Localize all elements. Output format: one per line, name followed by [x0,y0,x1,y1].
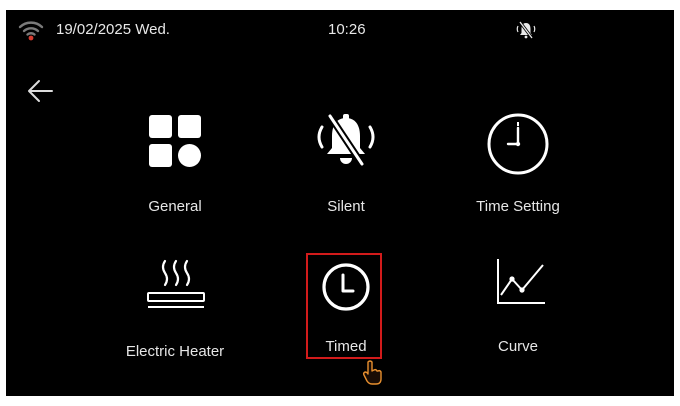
menu-label-curve: Curve [497,338,538,355]
menu-item-electric-heater[interactable]: Electric Heater [110,255,240,365]
menu-item-silent[interactable]: Silent [281,110,411,220]
status-bar: 19/02/2025 Wed. 10:26 [6,10,674,50]
menu-label-silent: Silent [327,198,365,215]
menu-label-general: General [148,198,202,215]
menu-label-electric-heater: Electric Heater [125,343,225,360]
clock-icon [487,113,549,175]
curve-chart-icon [497,259,545,304]
bell-muted-icon [317,114,375,166]
bell-muted-icon [516,21,536,39]
menu-item-curve[interactable]: Curve [453,255,583,365]
status-time: 10:26 [328,21,366,38]
menu-item-time-setting[interactable]: Time Setting [453,110,583,220]
grid-icon [149,115,201,167]
heater-icon [147,259,205,308]
status-date: 19/02/2025 Wed. [56,21,170,38]
selection-highlight [306,253,382,359]
settings-screen: 19/02/2025 Wed. 10:26 General Silent Tim… [6,10,674,396]
hand-cursor-icon [362,360,382,385]
wifi-icon [18,21,44,41]
arrow-left-icon[interactable] [26,78,56,104]
menu-item-general[interactable]: General [110,110,240,220]
menu-label-time-setting: Time Setting [476,198,560,215]
